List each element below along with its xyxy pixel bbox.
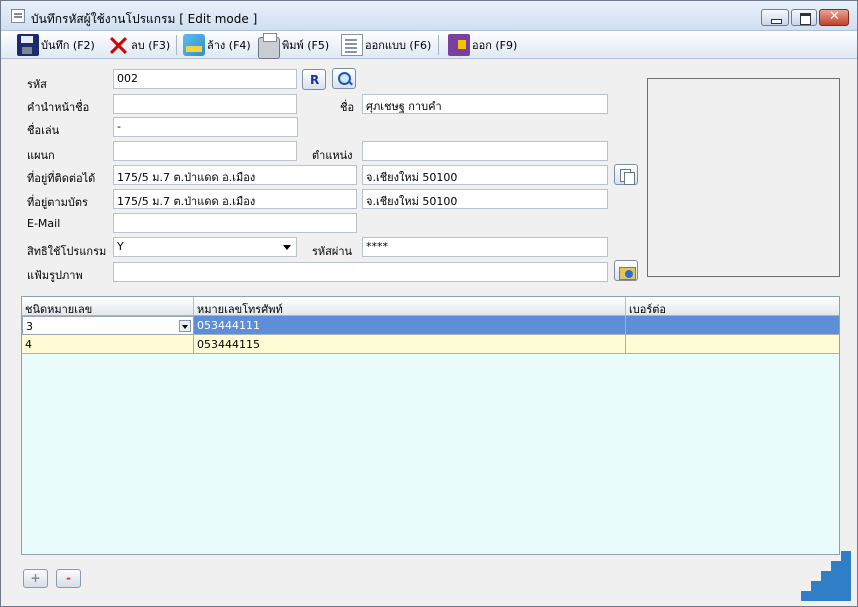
printer-icon: [258, 33, 280, 59]
contact-address-line2[interactable]: จ.เชียงใหม่ 50100: [362, 165, 608, 185]
add-row-button[interactable]: +: [23, 569, 48, 588]
photo-preview: [647, 78, 840, 277]
card-address-label: ที่อยู่ตามบัตร: [27, 196, 88, 209]
toolbar-separator: [176, 35, 177, 55]
position-input[interactable]: [362, 141, 608, 161]
delete-button[interactable]: ลบ (F3): [107, 34, 170, 56]
permission-select[interactable]: Y: [113, 237, 297, 257]
toolbar-separator: [438, 35, 439, 55]
print-label: พิมพ์ (F5): [282, 39, 330, 52]
email-input[interactable]: [113, 213, 357, 233]
delete-label: ลบ (F3): [131, 39, 171, 52]
type-cell[interactable]: 4: [22, 335, 194, 354]
photo-label: แฟ้มรูปภาพ: [27, 269, 83, 282]
nickname-label: ชื่อเล่น: [27, 124, 60, 137]
design-button[interactable]: ออกแบบ (F6): [341, 34, 431, 56]
delete-icon: [107, 34, 129, 56]
grid-header: ชนิดหมายเลข หมายเลขโทรศัพท์ เบอร์ต่อ: [22, 297, 839, 316]
clear-button[interactable]: ล้าง (F4): [183, 34, 251, 56]
type-combo[interactable]: 3: [22, 316, 194, 335]
close-button[interactable]: ✕: [819, 9, 849, 26]
save-icon: [17, 34, 39, 56]
clear-icon: [183, 34, 205, 56]
nickname-input[interactable]: -: [113, 117, 298, 137]
card-address-line1[interactable]: 175/5 ม.7 ต.ป่าแดด อ.เมือง: [113, 189, 357, 209]
code-input[interactable]: 002: [113, 69, 297, 89]
chevron-down-icon[interactable]: [179, 320, 191, 332]
design-label: ออกแบบ (F6): [365, 39, 432, 52]
table-row[interactable]: 3 053444111: [22, 316, 839, 335]
contact-address-label: ที่อยู่ที่ติดต่อได้: [27, 172, 96, 185]
card-address-line2[interactable]: จ.เชียงใหม่ 50100: [362, 189, 608, 209]
permission-label: สิทธิใช้โปรแกรม: [27, 245, 107, 258]
close-icon: ✕: [829, 9, 840, 24]
clear-label: ล้าง (F4): [207, 39, 251, 52]
exit-button[interactable]: ออก (F9): [444, 34, 517, 56]
maximize-button[interactable]: [791, 9, 817, 26]
resize-grip[interactable]: [801, 551, 851, 601]
main-window: บันทึกรหัสผู้ใช้งานโปรแกรม [ Edit mode ]…: [0, 0, 858, 607]
app-icon: [11, 9, 25, 23]
code-label: รหัส: [27, 78, 47, 91]
password-label: รหัสผ่าน: [312, 245, 353, 258]
print-button[interactable]: พิมพ์ (F5): [258, 33, 330, 59]
photo-path-input[interactable]: [113, 262, 608, 282]
phone-cell[interactable]: 053444115: [194, 335, 626, 354]
exit-label: ออก (F9): [472, 39, 518, 52]
column-header-type[interactable]: ชนิดหมายเลข: [22, 297, 194, 316]
department-input[interactable]: [113, 141, 297, 161]
contact-address-line1[interactable]: 175/5 ม.7 ต.ป่าแดด อ.เมือง: [113, 165, 357, 185]
password-input[interactable]: ****: [362, 237, 608, 257]
name-input[interactable]: ศุภเชษฐ กาบคำ: [362, 94, 608, 114]
r-button[interactable]: R: [302, 69, 326, 90]
remove-row-button[interactable]: -: [56, 569, 81, 588]
table-row[interactable]: 4 053444115: [22, 335, 839, 354]
title-bar: บันทึกรหัสผู้ใช้งานโปรแกรม [ Edit mode ]…: [1, 1, 857, 31]
email-label: E-Mail: [27, 217, 61, 230]
search-button[interactable]: [332, 68, 356, 89]
phone-cell[interactable]: 053444111: [194, 316, 626, 335]
exit-icon: [448, 34, 470, 56]
phone-grid: ชนิดหมายเลข หมายเลขโทรศัพท์ เบอร์ต่อ 3 0…: [21, 296, 840, 555]
position-label: ตำแหน่ง: [312, 149, 353, 162]
prefix-label: คำนำหน้าชื่อ: [27, 101, 90, 114]
name-label: ชื่อ: [340, 101, 355, 114]
minimize-button[interactable]: [761, 9, 789, 26]
type-value: 3: [26, 320, 33, 333]
column-header-phone[interactable]: หมายเลขโทรศัพท์: [194, 297, 626, 316]
window-title: บันทึกรหัสผู้ใช้งานโปรแกรม [ Edit mode ]: [31, 12, 258, 26]
design-icon: [341, 34, 363, 56]
copy-address-button[interactable]: [614, 164, 638, 185]
ext-cell[interactable]: [626, 335, 839, 354]
department-label: แผนก: [27, 149, 55, 162]
browse-photo-button[interactable]: [614, 260, 638, 281]
prefix-input[interactable]: [113, 94, 297, 114]
save-label: บันทึก (F2): [41, 39, 95, 52]
r-button-label: R: [310, 73, 320, 87]
ext-cell[interactable]: [626, 316, 839, 335]
column-header-ext[interactable]: เบอร์ต่อ: [626, 297, 839, 316]
save-button[interactable]: บันทึก (F2): [17, 34, 95, 56]
toolbar: บันทึก (F2) ลบ (F3) ล้าง (F4) พิมพ์ (F5)…: [1, 31, 857, 59]
